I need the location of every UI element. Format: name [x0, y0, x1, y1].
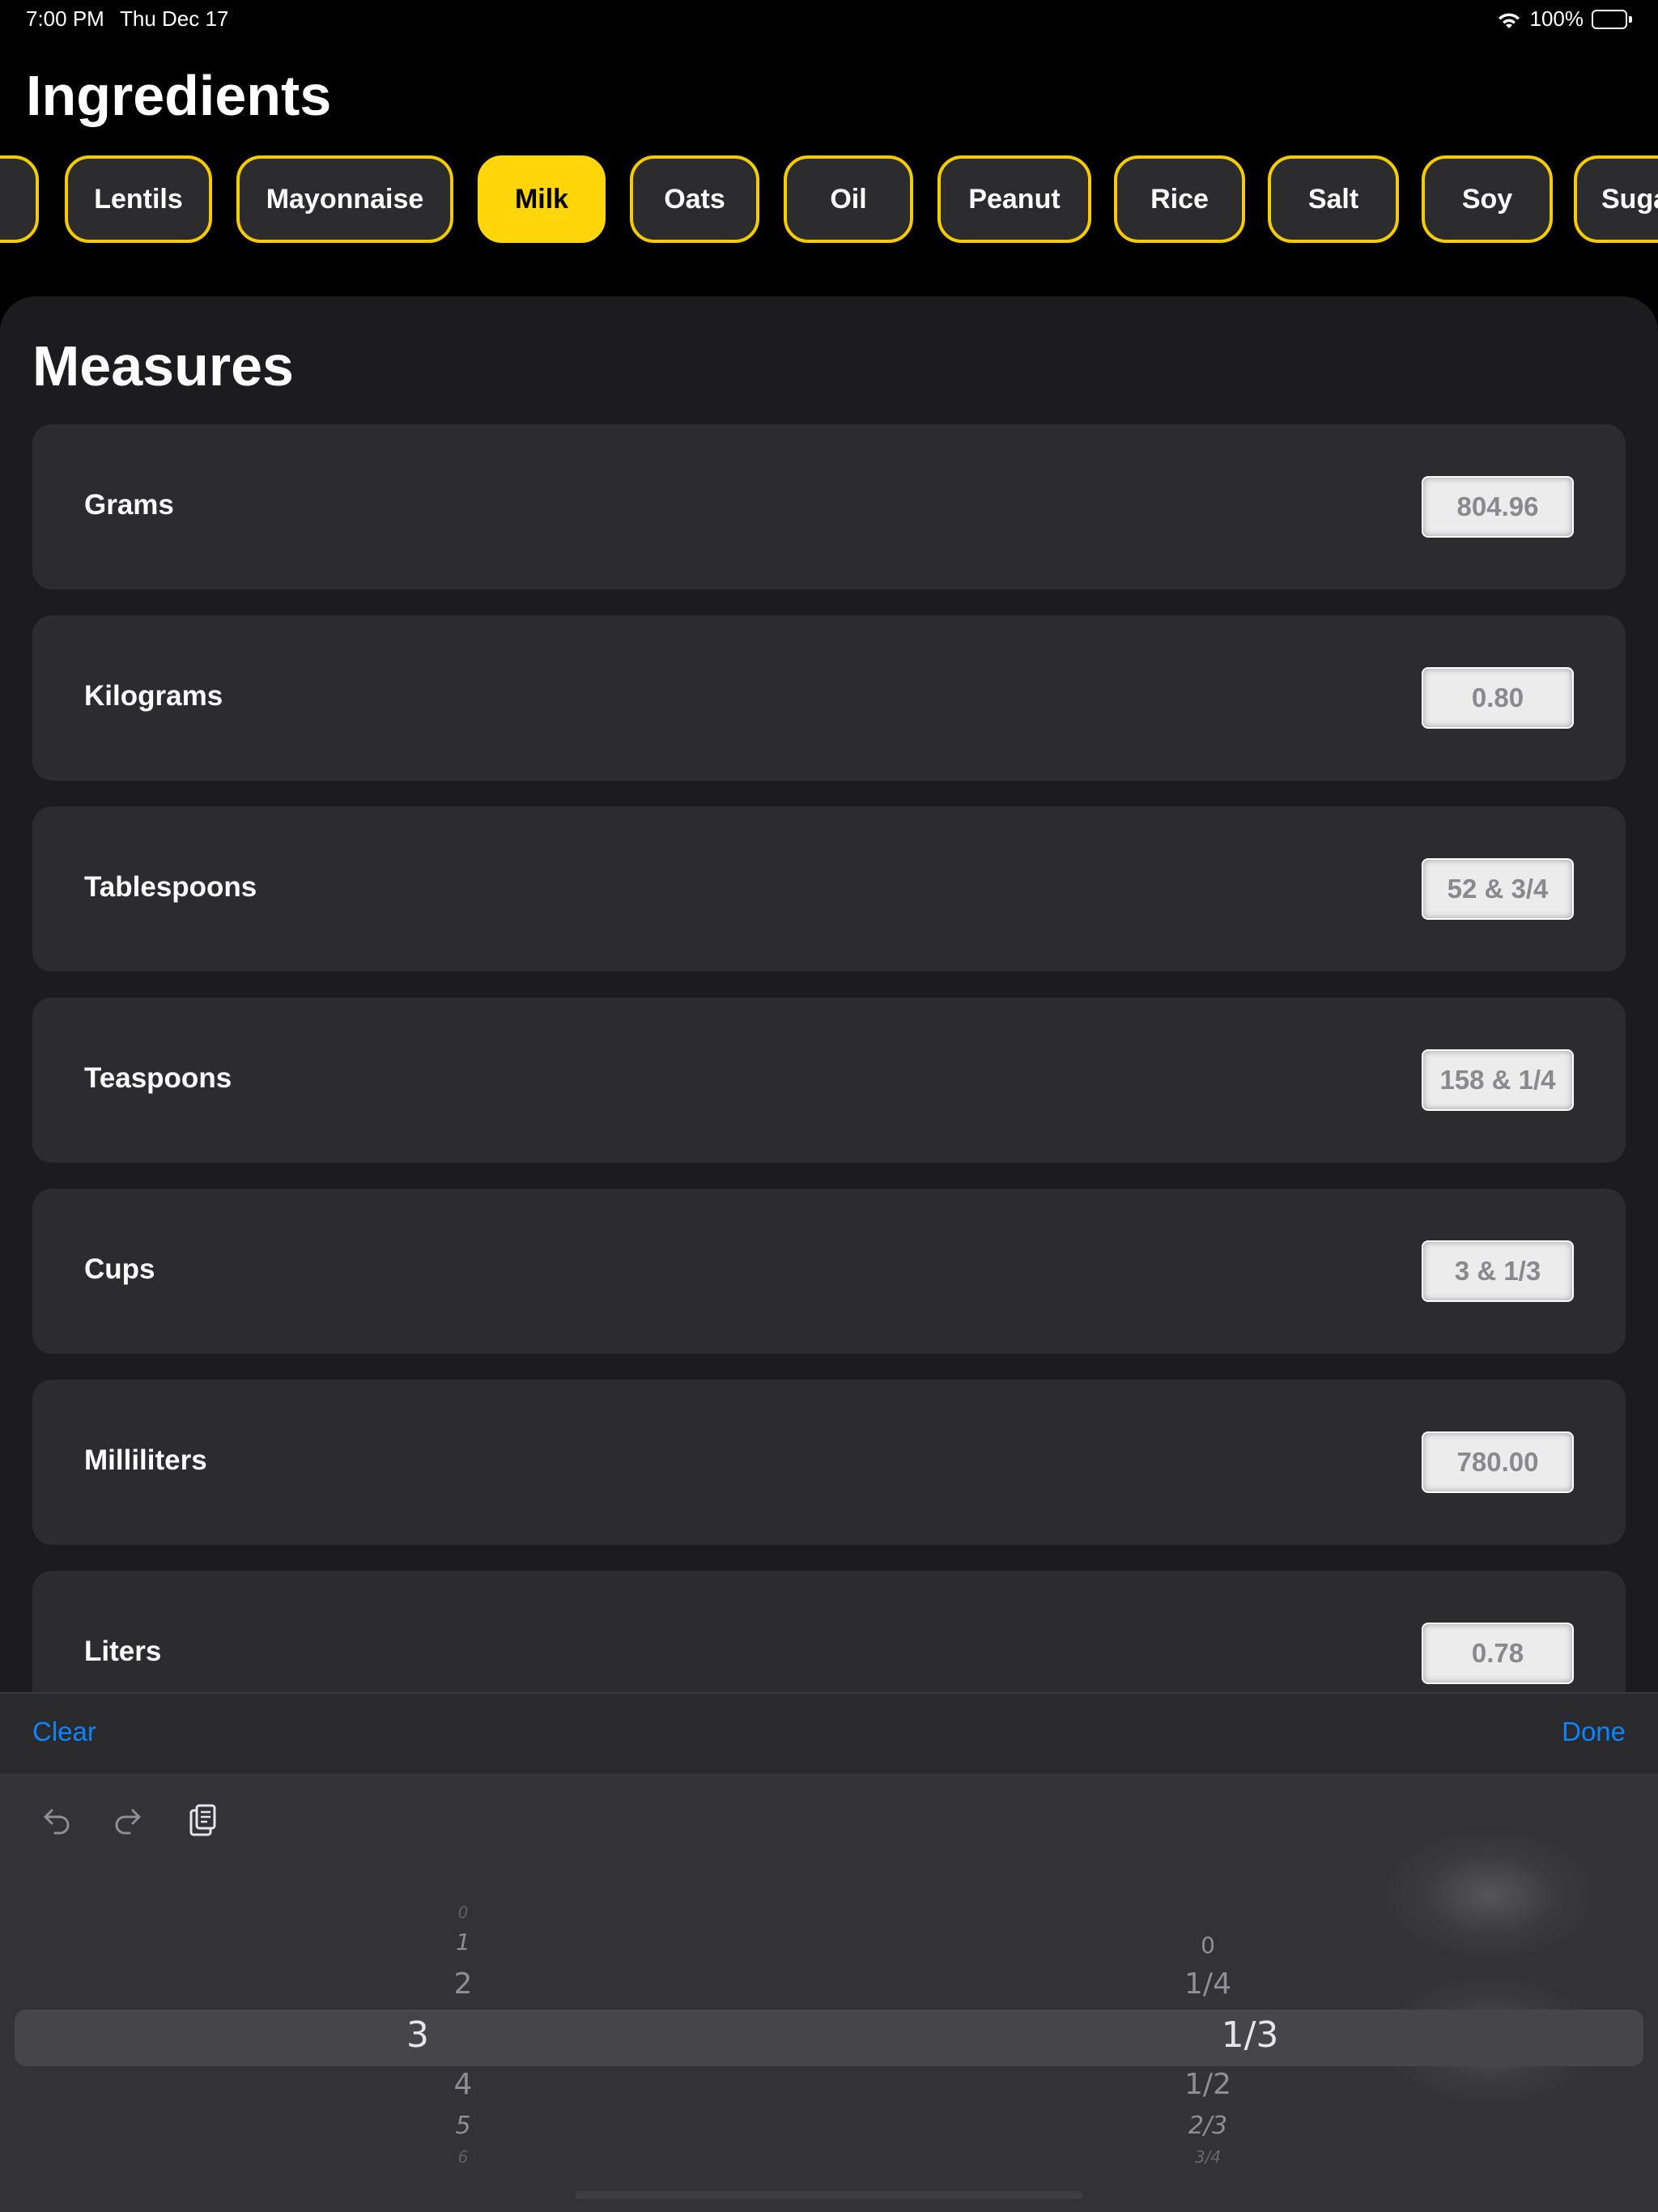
measure-value-field[interactable]: 158 & 1/4	[1422, 1049, 1574, 1111]
measure-label: Cups	[84, 1253, 155, 1285]
redo-icon[interactable]	[107, 1799, 149, 1841]
home-indicator	[575, 2191, 1083, 2199]
measure-row-kilograms: Kilograms 0.80	[32, 615, 1626, 781]
status-time: 7:00 PM	[26, 6, 104, 31]
measure-label: Liters	[84, 1636, 162, 1667]
undo-icon[interactable]	[36, 1799, 78, 1841]
measure-label: Kilograms	[84, 680, 223, 712]
chip-salt[interactable]: Salt	[1268, 155, 1399, 243]
picker-item: 3/4	[1194, 2147, 1222, 2167]
page-title: Ingredients	[26, 64, 332, 127]
measure-row-teaspoons: Teaspoons 158 & 1/4	[32, 998, 1626, 1163]
measure-value-field[interactable]: 804.96	[1422, 476, 1574, 538]
battery-icon	[1592, 9, 1632, 29]
measure-value-field[interactable]: 3 & 1/3	[1422, 1240, 1574, 1302]
measure-row-liters: Liters 0.78	[32, 1571, 1626, 1692]
measure-label: Tablespoons	[84, 871, 257, 903]
picker-item: 1	[456, 1929, 470, 1955]
ingredient-chips: Lentils Mayonnaise Milk Oats Oil Peanut …	[0, 155, 1658, 243]
clear-button[interactable]: Clear	[32, 1716, 96, 1747]
picker-selected-fraction: 1/3	[1221, 2014, 1279, 2056]
measure-row-grams: Grams 804.96	[32, 424, 1626, 589]
picker-item: 4	[453, 2068, 473, 2101]
status-date: Thu Dec 17	[120, 6, 229, 31]
picker-item: 5	[455, 2112, 471, 2140]
status-bar: 7:00 PM Thu Dec 17 100%	[0, 0, 1658, 39]
measure-value-field[interactable]: 0.78	[1422, 1623, 1574, 1684]
measure-label: Grams	[84, 489, 174, 521]
fraction-picker-view: 0 1 2 3 4 5 6 0 1/4 1/3 1/2 2/3 3/4	[0, 1773, 1658, 2212]
chip-oil[interactable]: Oil	[784, 155, 913, 243]
picker-item: 1/2	[1184, 2068, 1231, 2101]
chip-peanut[interactable]: Peanut	[937, 155, 1091, 243]
chip-lentils[interactable]: Lentils	[65, 155, 212, 243]
paste-icon[interactable]	[181, 1799, 223, 1841]
keyboard-toolbar: Clear Done	[0, 1692, 1658, 1773]
fraction-wheel[interactable]: 0 1/4 1/3 1/2 2/3 3/4	[965, 1773, 1451, 2212]
picker-item: 0	[457, 1903, 469, 1922]
chip-mayonnaise[interactable]: Mayonnaise	[236, 155, 453, 243]
measures-title: Measures	[32, 334, 294, 398]
measure-row-cups: Cups 3 & 1/3	[32, 1189, 1626, 1354]
measure-row-milliliters: Milliliters 780.00	[32, 1380, 1626, 1545]
measure-label: Teaspoons	[84, 1062, 232, 1094]
chip-milk[interactable]: Milk	[478, 155, 606, 243]
picker-selected-whole: 3	[406, 2014, 429, 2056]
battery-percent: 100%	[1529, 6, 1584, 31]
measure-value-field[interactable]: 0.80	[1422, 667, 1574, 729]
whole-number-wheel[interactable]: 0 1 2 3 4 5 6	[220, 1773, 706, 2212]
chip-rice[interactable]: Rice	[1114, 155, 1245, 243]
chip-partial-left[interactable]	[0, 155, 39, 243]
picker-item: 2	[453, 1967, 473, 2001]
chip-sugar-partial[interactable]: Suga	[1574, 155, 1658, 243]
measures-sheet: Measures Grams 804.96 Kilograms 0.80 Tab…	[0, 296, 1658, 1692]
picker-item: 6	[457, 2147, 469, 2167]
picker-item: 1/4	[1184, 1967, 1231, 2001]
chip-soy[interactable]: Soy	[1422, 155, 1553, 243]
chip-oats[interactable]: Oats	[630, 155, 759, 243]
measure-value-field[interactable]: 780.00	[1422, 1431, 1574, 1493]
status-indicators: 100%	[1496, 6, 1632, 32]
measure-row-tablespoons: Tablespoons 52 & 3/4	[32, 806, 1626, 972]
wifi-icon	[1496, 9, 1522, 30]
measure-value-field[interactable]: 52 & 3/4	[1422, 858, 1574, 920]
picker-item: 2/3	[1188, 2112, 1228, 2140]
done-button[interactable]: Done	[1562, 1716, 1626, 1747]
measure-label: Milliliters	[84, 1444, 207, 1476]
picker-item: 0	[1201, 1932, 1215, 1959]
